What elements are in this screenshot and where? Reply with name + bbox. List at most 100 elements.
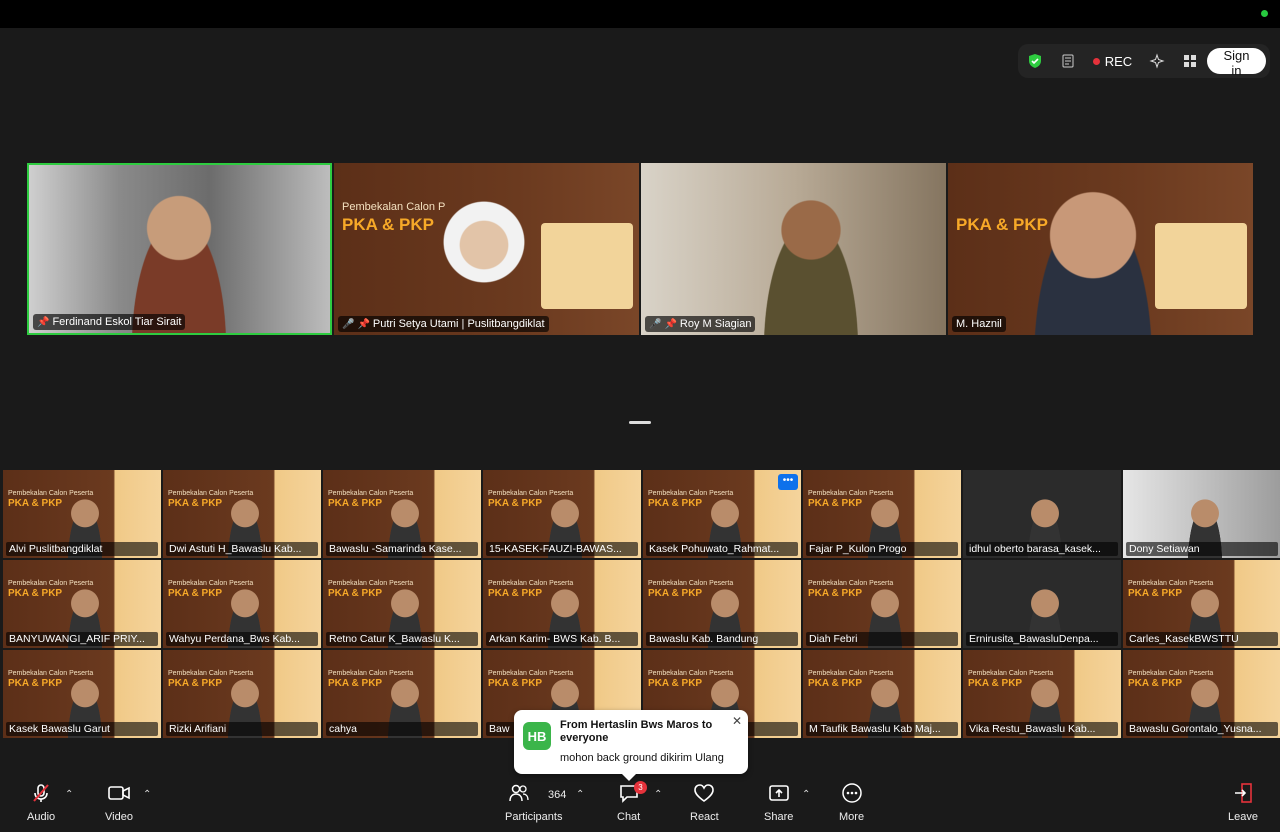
gallery-grid: Pembekalan Calon Peserta PKA & PKP Alvi Pu…: [3, 470, 1280, 738]
gallery-tile[interactable]: Pembekalan Calon Peserta PKA & PKP Dwi Ast…: [163, 470, 321, 558]
gallery-tile[interactable]: Pembekalan Calon Peserta PKA & PKP Kasek B…: [3, 650, 161, 738]
virtual-background-illustration: [541, 223, 633, 309]
participant-name-tag: Wahyu Perdana_Bws Kab...: [166, 632, 318, 646]
virtual-background-title: PKA & PKP: [1128, 678, 1183, 689]
virtual-background-illustration: [1155, 223, 1247, 309]
participant-name-tag: Diah Febri: [806, 632, 958, 646]
ai-companion-icon[interactable]: [1140, 44, 1173, 78]
gallery-tile[interactable]: Pembekalan Calon Peserta PKA & PKP Bawaslu…: [1123, 650, 1280, 738]
pin-icon: 📌: [664, 318, 677, 330]
leave-button[interactable]: Leave: [1228, 781, 1258, 823]
virtual-background-title: PKA & PKP: [488, 678, 543, 689]
share-button[interactable]: Share: [764, 781, 793, 823]
gallery-tile[interactable]: Pembekalan Calon Peserta PKA & PKP Rizki A…: [163, 650, 321, 738]
react-button[interactable]: React: [690, 781, 719, 823]
participant-name: M. Haznil: [956, 318, 1002, 330]
gallery-tile[interactable]: idhul oberto barasa_kasek...: [963, 470, 1121, 558]
meeting-toolbar: Audio ⌃ Video ⌃ Participants 364 ⌃ Chat …: [0, 775, 1280, 832]
gallery-tile[interactable]: Pembekalan Calon Peserta PKA & PKP Arkan K…: [483, 560, 641, 648]
gallery-tile[interactable]: Pembekalan Calon Peserta PKA & PKP Wahyu P…: [163, 560, 321, 648]
gallery-tile[interactable]: Pembekalan Calon Peserta PKA & PKP Carles_…: [1123, 560, 1280, 648]
view-grid-icon[interactable]: [1174, 44, 1207, 78]
virtual-background-title: PKA & PKP: [808, 588, 863, 599]
speaker-tile-3[interactable]: 🎤 📌 Roy M Siagian: [641, 163, 946, 335]
gallery-tile[interactable]: Pembekalan Calon Peserta PKA & PKP Fajar P…: [803, 470, 961, 558]
participants-label: Participants: [505, 811, 563, 823]
tile-more-options-button[interactable]: •••: [778, 474, 798, 490]
participant-name-tag: Alvi Puslitbangdiklat: [6, 542, 158, 556]
speaker-tile-2[interactable]: Pembekalan Calon P PKA & PKP 🎤 📌 Putri S…: [334, 163, 639, 335]
participant-name-tag: Bawaslu -Samarinda Kase...: [326, 542, 478, 556]
participants-button[interactable]: Participants: [505, 781, 562, 823]
speaker-tile-4[interactable]: PKA & PKP M. Haznil: [948, 163, 1253, 335]
heart-icon: [693, 781, 715, 805]
gallery-tile[interactable]: Ernirusita_BawasluDenpa...: [963, 560, 1121, 648]
participant-name-tag: 15-KASEK-FAUZI-BAWAS...: [486, 542, 638, 556]
leave-label: Leave: [1228, 811, 1258, 823]
window-titlebar: [0, 0, 1280, 28]
gallery-tile[interactable]: Pembekalan Calon Peserta PKA & PKP Bawaslu…: [323, 470, 481, 558]
participant-name-tag: cahya: [326, 722, 478, 736]
virtual-background-title: PKA & PKP: [168, 498, 223, 509]
more-button[interactable]: More: [839, 781, 864, 823]
participant-name-tag: M. Haznil: [952, 316, 1006, 332]
gallery-tile[interactable]: Pembekalan Calon Peserta PKA & PKP 15-KASE…: [483, 470, 641, 558]
security-shield-icon[interactable]: [1018, 44, 1051, 78]
speaker-tile-1[interactable]: 📌 Ferdinand Eskol Tiar Sirait: [27, 163, 332, 335]
gallery-tile[interactable]: Pembekalan Calon Peserta PKA & PKP Bawaslu…: [643, 560, 801, 648]
virtual-background-title: PKA & PKP: [8, 588, 63, 599]
virtual-background-title: PKA & PKP: [808, 678, 863, 689]
gallery-tile[interactable]: Pembekalan Calon Peserta PKA & PKP M Taufi…: [803, 650, 961, 738]
sign-in-button[interactable]: Sign in: [1206, 48, 1266, 78]
participant-name-tag: Bawaslu Gorontalo_Yusna...: [1126, 722, 1278, 736]
virtual-background-title: PKA & PKP: [168, 678, 223, 689]
audio-options-chevron-icon[interactable]: ⌃: [65, 789, 73, 800]
chat-options-chevron-icon[interactable]: ⌃: [654, 789, 662, 800]
participant-video: [751, 185, 871, 335]
gallery-tile[interactable]: Pembekalan Calon Peserta PKA & PKP Vika Re…: [963, 650, 1121, 738]
recording-indicator[interactable]: REC: [1085, 54, 1140, 69]
participant-name-tag: 📌 Ferdinand Eskol Tiar Sirait: [33, 314, 186, 330]
audio-button[interactable]: Audio: [27, 781, 55, 823]
resize-handle[interactable]: [629, 421, 651, 424]
gallery-tile[interactable]: Pembekalan Calon Peserta PKA & PKP ••• Kase…: [643, 470, 801, 558]
participant-name: Putri Setya Utami | Puslitbangdiklat: [372, 318, 545, 330]
mic-muted-icon: 🎤: [342, 318, 355, 330]
mic-muted-icon: 🎤: [649, 318, 662, 330]
close-icon[interactable]: ✕: [732, 714, 742, 728]
participant-name-tag: Dwi Astuti H_Bawaslu Kab...: [166, 542, 318, 556]
gallery-tile[interactable]: Pembekalan Calon Peserta PKA & PKP Retno C…: [323, 560, 481, 648]
virtual-background-title: PKA & PKP: [648, 588, 703, 599]
participant-name-tag: 🎤 📌 Putri Setya Utami | Puslitbangdiklat: [338, 316, 549, 332]
audio-label: Audio: [27, 811, 56, 823]
virtual-background-title: PKA & PKP: [968, 678, 1023, 689]
virtual-background-title: PKA & PKP: [328, 498, 383, 509]
participant-name-tag: Retno Catur K_Bawaslu K...: [326, 632, 478, 646]
chat-notification[interactable]: HB From Hertaslin Bws Maros to everyone …: [514, 710, 748, 781]
meeting-summary-icon[interactable]: [1051, 44, 1084, 78]
virtual-background-title: PKA & PKP: [1128, 588, 1183, 599]
participant-name-tag: 🎤 📌 Roy M Siagian: [645, 316, 756, 332]
gallery-tile[interactable]: Dony Setiawan: [1123, 470, 1280, 558]
participant-name-tag: BANYUWANGI_ARIF PRIY...: [6, 632, 158, 646]
participants-options-chevron-icon[interactable]: ⌃: [576, 789, 584, 800]
participant-name-tag: Carles_KasekBWSTTU: [1126, 632, 1278, 646]
recording-dot-icon: [1092, 57, 1100, 65]
participant-video: [119, 183, 239, 333]
mic-muted-icon: [30, 781, 52, 805]
more-label: More: [839, 811, 865, 823]
share-screen-icon: [768, 781, 790, 805]
participant-name: Ferdinand Eskol Tiar Sirait: [52, 316, 182, 328]
recording-label: REC: [1104, 53, 1133, 69]
gallery-tile[interactable]: Pembekalan Calon Peserta PKA & PKP Diah Fe…: [803, 560, 961, 648]
share-options-chevron-icon[interactable]: ⌃: [802, 789, 810, 800]
video-options-chevron-icon[interactable]: ⌃: [143, 789, 151, 800]
gallery-tile[interactable]: Pembekalan Calon Peserta PKA & PKP Alvi Pu…: [3, 470, 161, 558]
participant-name-tag: Kasek Pohuwato_Rahmat...: [646, 542, 798, 556]
gallery-tile[interactable]: Pembekalan Calon Peserta PKA & PKP BANYUWA…: [3, 560, 161, 648]
video-button[interactable]: Video: [105, 781, 133, 823]
virtual-background-title: PKA & PKP: [648, 678, 703, 689]
gallery-tile[interactable]: Pembekalan Calon Peserta PKA & PKP cahya: [323, 650, 481, 738]
participant-name-tag: Vika Restu_Bawaslu Kab...: [966, 722, 1118, 736]
participant-name-tag: Fajar P_Kulon Progo: [806, 542, 958, 556]
